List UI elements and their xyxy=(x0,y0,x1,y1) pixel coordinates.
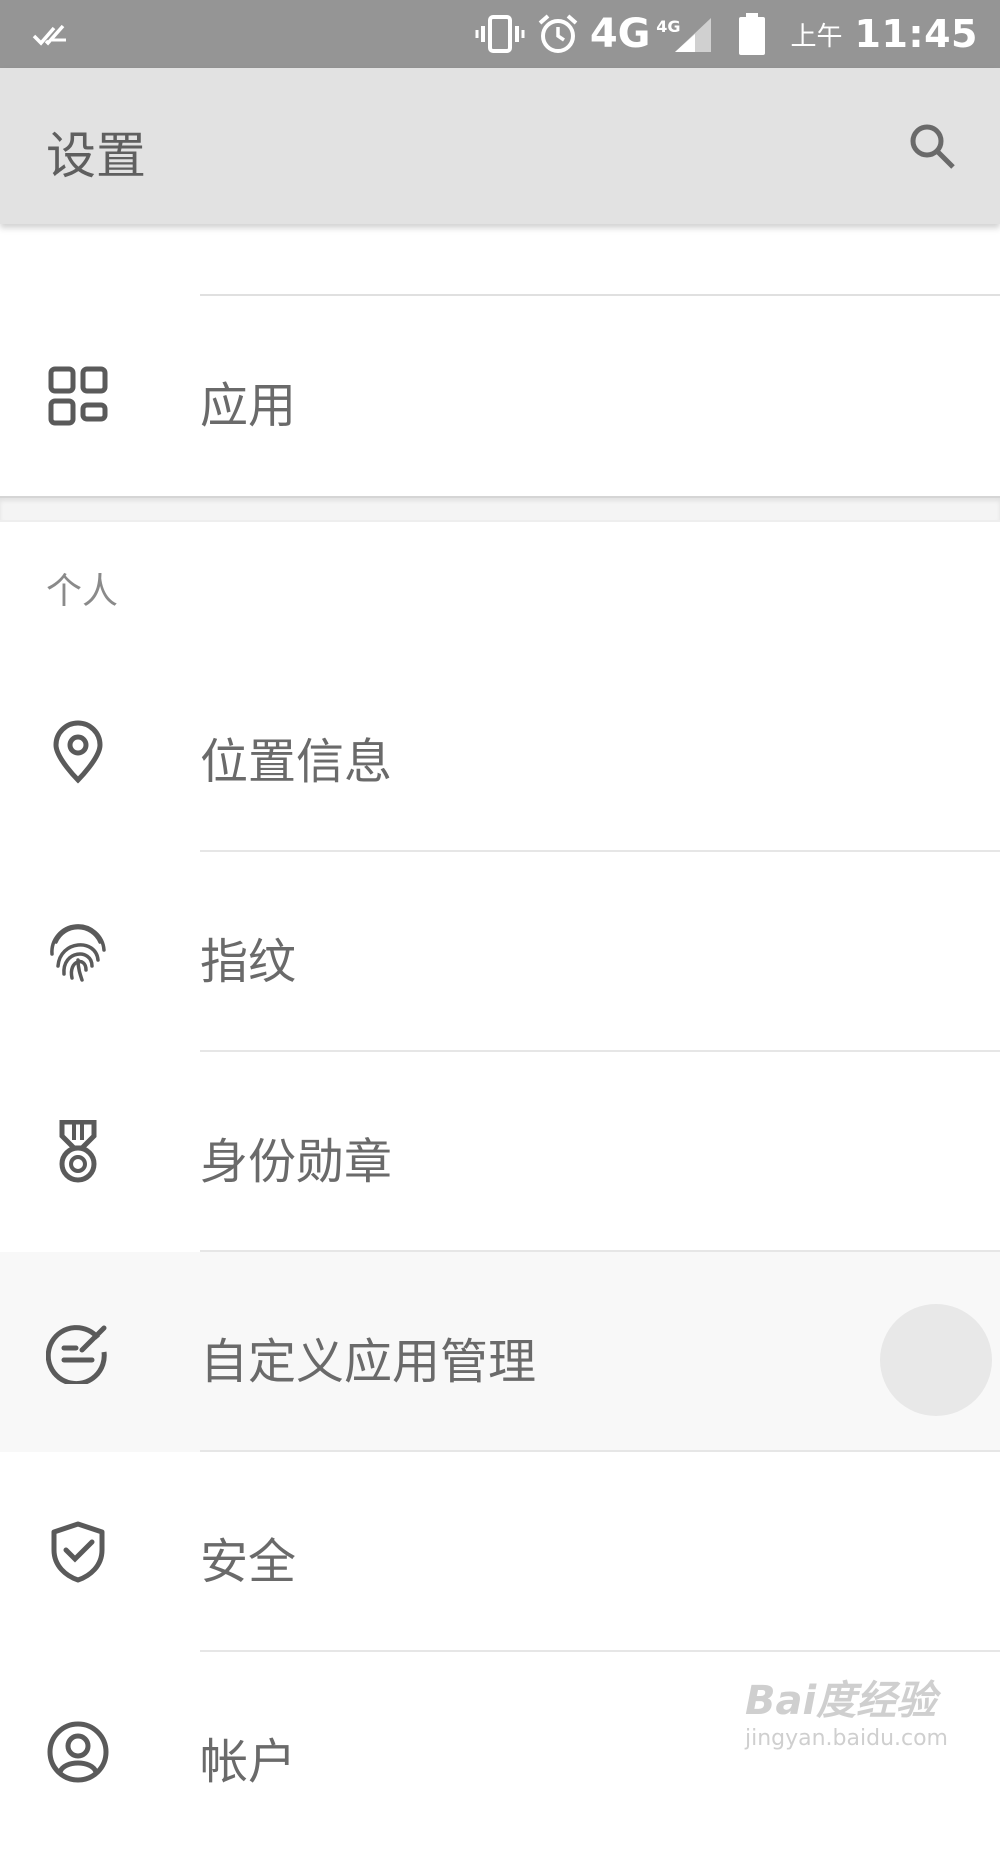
settings-item-custom-app-management[interactable]: 自定义应用管理 xyxy=(0,1252,1000,1452)
medal-icon xyxy=(59,1120,97,1183)
settings-item-security[interactable]: 安全 xyxy=(0,1452,1000,1652)
fingerprint-icon xyxy=(50,924,106,982)
settings-item-identity-badge[interactable]: 身份勋章 xyxy=(0,1052,1000,1252)
network-sup: 4G xyxy=(656,17,681,36)
settings-item-fingerprint[interactable]: 指纹 xyxy=(0,852,1000,1052)
account-icon xyxy=(47,1721,109,1783)
settings-item-label: 安全 xyxy=(200,1534,297,1590)
settings-item-label: 自定义应用管理 xyxy=(200,1334,537,1390)
settings-item-label: 指纹 xyxy=(200,934,297,990)
network-type: 4G 4G xyxy=(589,11,681,57)
app-bar: 设置 xyxy=(0,68,1000,224)
apps-grid-icon xyxy=(48,366,108,426)
battery-icon xyxy=(738,13,765,55)
touch-ripple xyxy=(880,1304,992,1416)
clock: 11:45 xyxy=(854,12,978,56)
watermark-url: jingyan.baidu.com xyxy=(744,1726,948,1751)
section-header-personal: 个人 xyxy=(46,571,119,612)
settings-item-label: 帐户 xyxy=(200,1734,297,1790)
section-divider xyxy=(0,496,1000,522)
watermark: Bai度经验 jingyan.baidu.com xyxy=(745,1668,948,1751)
ampm-label: 上午 xyxy=(790,21,843,52)
custom-app-manage-icon xyxy=(46,1325,107,1384)
watermark-logo: Bai度经验 xyxy=(744,1678,937,1724)
page-title: 设置 xyxy=(46,127,146,185)
network-type-label: 4G xyxy=(589,11,651,57)
settings-item-location[interactable]: 位置信息 xyxy=(0,652,1000,852)
alarm-icon xyxy=(538,14,578,53)
settings-item-label: 应用 xyxy=(200,378,297,434)
settings-item-label: 身份勋章 xyxy=(200,1134,393,1190)
status-bar: 4G 4G 上午 11:45 xyxy=(0,0,1000,68)
search-icon[interactable] xyxy=(906,120,958,172)
location-pin-icon xyxy=(53,720,103,784)
settings-item-apps[interactable]: 应用 xyxy=(0,296,1000,496)
settings-item-label: 位置信息 xyxy=(200,734,393,790)
vibrate-icon xyxy=(475,15,525,53)
done-all-icon xyxy=(32,24,66,46)
shield-check-icon xyxy=(51,1521,105,1583)
